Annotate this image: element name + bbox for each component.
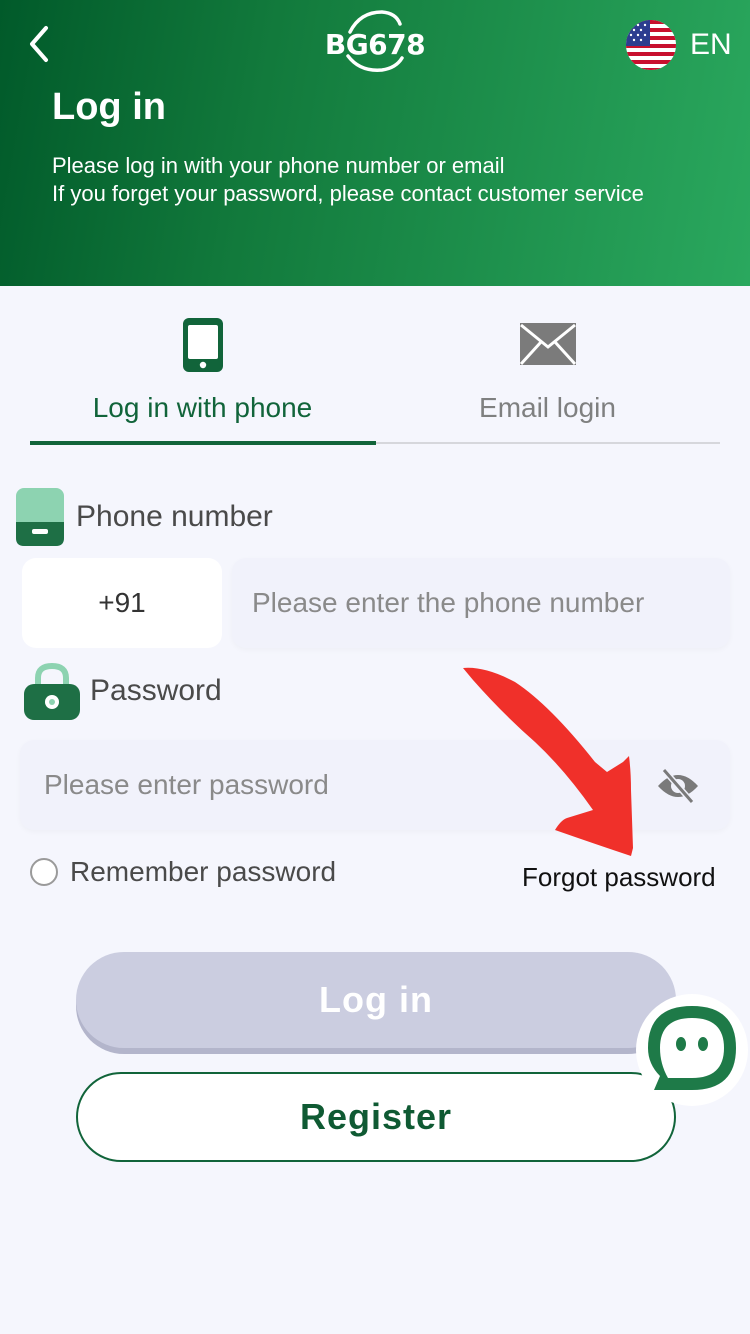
page-title: Log in [52, 86, 166, 128]
register-button[interactable]: Register [76, 1072, 676, 1162]
active-tab-indicator [30, 441, 376, 445]
phone-label: Phone number [76, 500, 273, 533]
us-flag-icon [626, 20, 676, 70]
remember-password-toggle[interactable]: Remember password [30, 856, 336, 888]
country-code-value: +91 [98, 587, 146, 618]
language-label: EN [690, 28, 732, 61]
header: BG678 EN Log in Please log in with your [0, 0, 750, 286]
logo-text: BG678 [324, 28, 426, 61]
password-label: Password [90, 674, 222, 707]
subtitle-line-2: If you forget your password, please cont… [52, 181, 644, 206]
subtitle-line-1: Please log in with your phone number or … [52, 153, 505, 178]
phone-field-icon [16, 488, 64, 546]
brand-logo: BG678 [320, 10, 430, 72]
phone-icon [182, 318, 223, 372]
language-selector[interactable]: EN [626, 20, 732, 70]
tab-phone-login[interactable]: Log in with phone [30, 300, 375, 446]
phone-input[interactable] [252, 558, 730, 648]
tab-email-label: Email login [479, 392, 616, 423]
country-code-selector[interactable]: +91 [22, 558, 222, 648]
login-button[interactable]: Log in [76, 952, 676, 1048]
lock-icon [24, 662, 80, 720]
tab-phone-label: Log in with phone [92, 392, 313, 423]
chat-bubble-icon [636, 994, 748, 1106]
password-label-row: Password [24, 662, 222, 720]
tab-email-login[interactable]: Email login [375, 300, 720, 446]
annotation-arrow-icon [463, 667, 633, 856]
back-button[interactable] [22, 22, 62, 66]
remember-password-label: Remember password [70, 856, 337, 887]
phone-label-row: Phone number [16, 488, 273, 546]
login-tabs: Log in with phone Email login [30, 300, 720, 446]
phone-input-box [232, 558, 730, 648]
envelope-icon [519, 323, 576, 366]
remember-radio[interactable] [30, 858, 58, 886]
customer-service-chat-button[interactable] [634, 992, 750, 1108]
chevron-left-icon [30, 26, 48, 62]
